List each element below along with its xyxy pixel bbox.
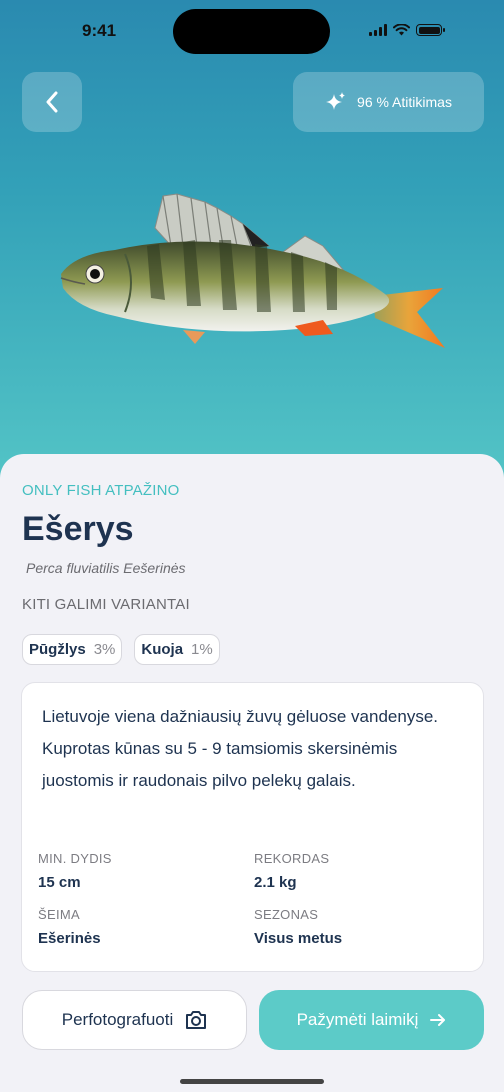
fact-min-size: MIN. DYDIS 15 cm	[38, 851, 254, 891]
fact-value: 2.1 kg	[254, 874, 297, 891]
match-badge: 96 % Atitikimas	[293, 72, 484, 132]
hero-section: 9:41 96 % Atitikimas	[0, 0, 504, 480]
status-bar: 9:41	[0, 0, 504, 62]
facts-grid: MIN. DYDIS 15 cm REKORDAS 2.1 kg ŠEIMA E…	[38, 851, 470, 947]
status-time: 9:41	[82, 21, 117, 40]
arrow-right-icon	[430, 1014, 446, 1026]
details-card: Lietuvoje viena dažniausių žuvų gėluose …	[21, 682, 484, 972]
dynamic-island	[173, 9, 330, 54]
fact-season: SEZONAS Visus metus	[254, 907, 470, 947]
chevron-left-icon	[46, 91, 58, 113]
battery-icon	[416, 24, 445, 36]
fact-record: REKORDAS 2.1 kg	[254, 851, 470, 891]
result-sheet: ONLY FISH ATPAŽINO Ešerys Perca fluviati…	[0, 454, 504, 1092]
mark-catch-button[interactable]: Pažymėti laimikį	[259, 990, 484, 1050]
fact-family: ŠEIMA Ešerinės	[38, 907, 254, 947]
fish-description: Lietuvoje viena dažniausių žuvų gėluose …	[42, 707, 438, 790]
fish-latin-name: Perca fluviatilis Eešerinės	[26, 560, 186, 576]
fact-label: ŠEIMA	[38, 907, 80, 922]
fact-value: 15 cm	[38, 874, 81, 891]
alternative-chip-pugzlys[interactable]: Pūgžlys 3%	[22, 634, 123, 665]
wifi-icon	[393, 24, 410, 36]
chip-percent: 1%	[191, 641, 213, 658]
alternative-chip-kuoja[interactable]: Kuoja 1%	[134, 634, 220, 665]
chip-name: Kuoja	[141, 641, 184, 658]
sparkles-icon	[326, 92, 346, 110]
fish-image	[60, 193, 445, 348]
fact-label: REKORDAS	[254, 851, 330, 866]
alternatives-heading: KITI GALIMI VARIANTAI	[22, 596, 190, 613]
mark-catch-label: Pažymėti laimikį	[296, 1010, 419, 1029]
back-button[interactable]	[22, 72, 82, 132]
chip-percent: 3%	[93, 641, 116, 658]
recognition-eyebrow: ONLY FISH ATPAŽINO	[22, 482, 180, 499]
home-indicator	[180, 1079, 324, 1084]
signal-icon	[369, 24, 387, 36]
fact-label: SEZONAS	[254, 907, 319, 922]
fact-value: Ešerinės	[38, 930, 101, 947]
rephotograph-label: Perfotografuoti	[61, 1010, 174, 1029]
chip-name: Pūgžlys	[29, 641, 86, 658]
match-label: 96 % Atitikimas	[357, 94, 452, 110]
rephotograph-button[interactable]: Perfotografuoti	[22, 990, 247, 1050]
fish-name: Ešerys	[22, 510, 134, 548]
alternatives-list: Pūgžlys 3% Kuoja 1%	[22, 634, 220, 665]
status-icons	[369, 24, 445, 36]
fact-label: MIN. DYDIS	[38, 851, 112, 866]
fact-value: Visus metus	[254, 930, 343, 947]
camera-icon	[186, 1011, 207, 1029]
